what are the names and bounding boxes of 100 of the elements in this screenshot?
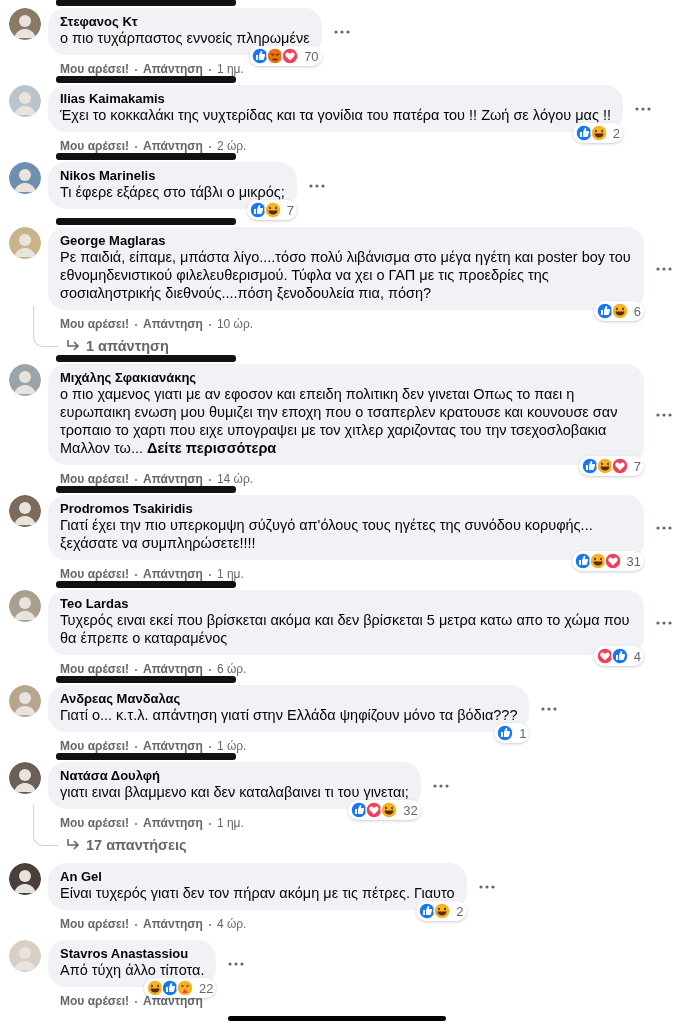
reactions-badge[interactable]: 1: [494, 723, 530, 743]
avatar[interactable]: [9, 863, 41, 895]
reply-link[interactable]: Απάντηση: [143, 816, 203, 831]
angry-reaction-icon: [266, 47, 285, 65]
reactions-badge[interactable]: 2: [416, 901, 467, 921]
like-reaction-icon: [573, 552, 592, 570]
more-options-icon[interactable]: [656, 266, 672, 271]
commenter-name[interactable]: Μιχάλης Σφακιανάκης: [60, 370, 632, 385]
heart-reaction-icon: [603, 552, 622, 570]
reactions-badge[interactable]: 70: [249, 46, 322, 66]
like-reaction-icon: [350, 801, 369, 819]
more-options-icon[interactable]: [541, 706, 558, 711]
reaction-count: 2: [612, 125, 621, 141]
comment-text: Γιατί έχει την πιο υπερκομψη σύζυγό απ'όλους τους ηγέτες της συνόδου κορυφής... ξεχάσατε να συμπληρώσετε!!!!: [60, 516, 594, 552]
like-link[interactable]: Μου αρέσει!: [60, 317, 130, 332]
reaction-count: 7: [633, 458, 641, 474]
like-link[interactable]: Μου αρέσει!: [60, 567, 130, 582]
reply-link[interactable]: Απάντηση: [143, 62, 203, 77]
more-options-icon[interactable]: [308, 183, 325, 188]
reply-link[interactable]: Απάντηση: [143, 472, 203, 487]
reply-link[interactable]: Απάντηση: [143, 139, 203, 154]
timestamp: 1 ώρ.: [216, 739, 247, 754]
like-reaction-icon: [251, 47, 270, 65]
view-replies-link[interactable]: 17 απαντήσεις: [86, 835, 187, 855]
reply-arrow-icon: [66, 839, 80, 851]
reactions-badge[interactable]: 32: [348, 800, 421, 820]
heart-reaction-icon: [281, 47, 300, 65]
reactions-badge[interactable]: 6: [593, 301, 644, 321]
see-more-link[interactable]: Δείτε περισσότερα: [147, 440, 277, 456]
reply-link[interactable]: Απάντηση: [143, 317, 203, 332]
commenter-name[interactable]: Teo Lardas: [60, 596, 632, 611]
reply-link[interactable]: Απάντηση: [143, 739, 203, 754]
reaction-count: 1: [519, 725, 527, 741]
more-options-icon[interactable]: [432, 783, 449, 788]
reactions-badge[interactable]: 31: [571, 551, 644, 571]
reactions-badge[interactable]: 7: [246, 200, 297, 220]
reaction-count: 7: [286, 202, 294, 218]
comment-text: Γιατί ο... κ.τ.λ. απάντηση γιατί στην Ελλάδα ψηφίζουν μόνο τα βόδια???: [60, 706, 518, 724]
like-reaction-icon: [248, 201, 267, 219]
like-link[interactable]: Μου αρέσει!: [60, 662, 130, 677]
like-reaction-icon: [610, 647, 629, 665]
like-link[interactable]: Μου αρέσει!: [60, 472, 130, 487]
reply-link[interactable]: Απάντηση: [143, 917, 203, 932]
more-options-icon[interactable]: [228, 961, 245, 966]
reply-link[interactable]: Απάντηση: [143, 662, 203, 677]
laughing-reaction-icon: [588, 552, 607, 570]
laughing-reaction-icon: [595, 457, 614, 475]
more-options-icon[interactable]: [656, 620, 672, 625]
reactions-badge[interactable]: 4: [593, 646, 644, 666]
more-options-icon[interactable]: [333, 29, 350, 34]
timestamp: 1 ημ.: [216, 816, 244, 831]
like-reaction-icon: [595, 302, 614, 320]
like-reaction-icon: [496, 724, 515, 742]
commenter-name[interactable]: Stavros Anastassiou: [60, 946, 205, 961]
thread-line: [33, 306, 58, 347]
like-reaction-icon: [418, 902, 437, 920]
timestamp: 4 ώρ.: [216, 917, 247, 932]
comment-text: Είναι τυχερός γιατι δεν τον πήραν ακόμη με τις πέτρες. Γιαυτο: [60, 884, 455, 902]
timestamp: 1 ημ.: [216, 62, 244, 77]
timestamp: 6 ώρ.: [216, 662, 247, 677]
like-link[interactable]: Μου αρέσει!: [60, 994, 130, 1009]
commenter-name[interactable]: Prodromos Tsakiridis: [60, 501, 632, 516]
reactions-badge[interactable]: 2: [572, 123, 624, 143]
commenter-name[interactable]: Νατάσα Δουλφή: [60, 768, 409, 783]
commenter-name[interactable]: An Gel: [60, 869, 455, 884]
reply-arrow-icon: [66, 340, 80, 352]
more-options-icon[interactable]: [478, 884, 495, 889]
commenter-name[interactable]: Nikos Marinelis: [60, 168, 285, 183]
like-link[interactable]: Μου αρέσει!: [60, 917, 130, 932]
commenter-name[interactable]: George Maglaras: [60, 233, 632, 248]
like-link[interactable]: Μου αρέσει!: [60, 62, 130, 77]
laughing-reaction-icon: [263, 201, 282, 219]
reply-link[interactable]: Απάντηση: [143, 567, 203, 582]
more-options-icon[interactable]: [635, 106, 652, 111]
commenter-name[interactable]: Ilias Kaimakamis: [60, 91, 612, 106]
view-replies-link[interactable]: 1 απάντηση: [86, 336, 169, 356]
reaction-count: 2: [456, 903, 464, 919]
heart-reaction-icon: [610, 457, 629, 475]
like-link[interactable]: Μου αρέσει!: [60, 739, 130, 754]
timestamp: 1 ημ.: [216, 567, 244, 582]
reactions-badge[interactable]: 7: [578, 456, 644, 476]
comment-text: Έχει το κοκκαλάκι της νυχτερίδας και τα γονίδια του πατέρα του !! Ζωή σε λόγου μας !!: [60, 106, 612, 124]
avatar[interactable]: [9, 495, 41, 527]
heart-reaction-icon: [365, 801, 384, 819]
more-options-icon[interactable]: [656, 525, 672, 530]
timestamp: 14 ώρ.: [216, 472, 254, 487]
laughing-reaction-icon: [589, 124, 608, 142]
commenter-name[interactable]: Ανδρεας Μανδαλας: [60, 691, 518, 706]
laughing-reaction-icon: [145, 979, 164, 997]
commenter-name[interactable]: Στεφανος Κτ: [60, 14, 310, 29]
like-link[interactable]: Μου αρέσει!: [60, 139, 130, 154]
more-options-icon[interactable]: [656, 412, 672, 417]
reaction-count: 6: [633, 303, 641, 319]
comment-text: ο πιο τυχάρπαστος εννοείς πληρωμένε: [60, 29, 310, 47]
reaction-count: 4: [633, 648, 641, 664]
comment-text: ο πιο χαμενος γιατι με αν εφοσον και επειδη πολιτικη δεν γινεται Οπως το παει η ευρωπαικη ενωση μου θυμιζει την εποχη που ο τσαπερλεν κρατουσε και κουνουσε σαν τροπαιο το χαρτι που ειχε υπογραψει με τον χιτλερ χαριζοντας του την τσεχοσλοβακια Μαλλον τω... Δείτε περισσότερα: [60, 385, 619, 457]
like-reaction-icon: [160, 979, 179, 997]
like-reaction-icon: [580, 457, 599, 475]
avatar[interactable]: [9, 762, 41, 794]
like-link[interactable]: Μου αρέσει!: [60, 816, 130, 831]
